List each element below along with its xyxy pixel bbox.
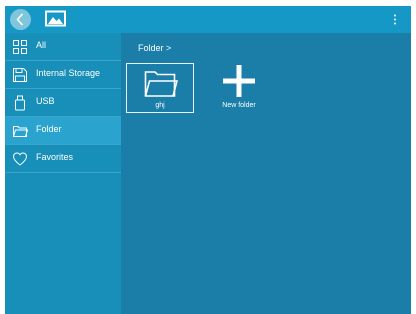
chevron-left-icon (16, 13, 24, 26)
folder-item-label: ghj (155, 102, 165, 109)
sidebar-item-usb[interactable]: USB (5, 89, 121, 117)
back-button[interactable] (10, 9, 31, 30)
more-menu-button[interactable] (385, 9, 405, 30)
heart-icon (12, 152, 28, 166)
folder-icon (144, 71, 178, 97)
sidebar-item-label: Internal Storage (36, 68, 101, 78)
save-icon (13, 68, 27, 82)
app-window: All Internal Storage USB Folder Favorite… (5, 6, 411, 314)
sidebar-item-label: USB (36, 96, 55, 106)
image-icon (45, 10, 66, 27)
grid-icon (13, 40, 27, 54)
new-folder-label: New folder (222, 102, 256, 109)
folder-icon (13, 126, 28, 137)
sidebar-item-label: Folder (36, 124, 62, 134)
plus-icon (223, 65, 255, 97)
gallery-button[interactable] (43, 9, 68, 28)
sidebar-item-all[interactable]: All (5, 33, 121, 61)
breadcrumb[interactable]: Folder > (138, 43, 171, 53)
more-vert-icon (394, 14, 396, 25)
main-content: Folder > ghj New folder (121, 33, 411, 314)
sidebar: All Internal Storage USB Folder Favorite… (5, 33, 121, 314)
folder-item-ghj[interactable]: ghj (126, 63, 194, 113)
sidebar-item-label: Favorites (36, 152, 74, 162)
sidebar-item-label: All (36, 40, 47, 50)
new-folder-button[interactable]: New folder (209, 63, 269, 113)
sidebar-item-favorites[interactable]: Favorites (5, 145, 121, 173)
sidebar-item-folder[interactable]: Folder (5, 117, 121, 145)
top-bar (5, 6, 411, 33)
usb-icon (15, 95, 25, 111)
sidebar-item-internal-storage[interactable]: Internal Storage (5, 61, 121, 89)
